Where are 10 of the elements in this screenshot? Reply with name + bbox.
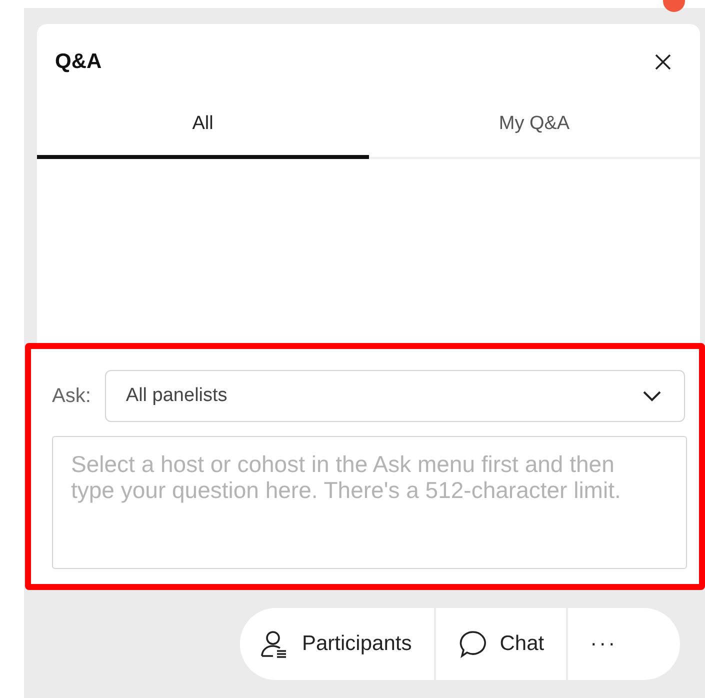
- tab[interactable]: My Q&A: [368, 92, 700, 159]
- participants-button[interactable]: Participants: [240, 608, 436, 680]
- recipient-dropdown[interactable]: All panelists: [104, 370, 685, 422]
- panel-title: Q&A: [55, 50, 102, 74]
- ask-label: Ask:: [52, 384, 91, 408]
- tab[interactable]: All: [37, 92, 368, 159]
- close-icon[interactable]: [654, 53, 672, 71]
- question-field[interactable]: Select a host or cohost in the Ask menu first and then type your question here. There's a 512-character limit.: [52, 436, 687, 569]
- speech-bubble-icon: [458, 629, 488, 659]
- chevron-down-icon: [642, 390, 662, 402]
